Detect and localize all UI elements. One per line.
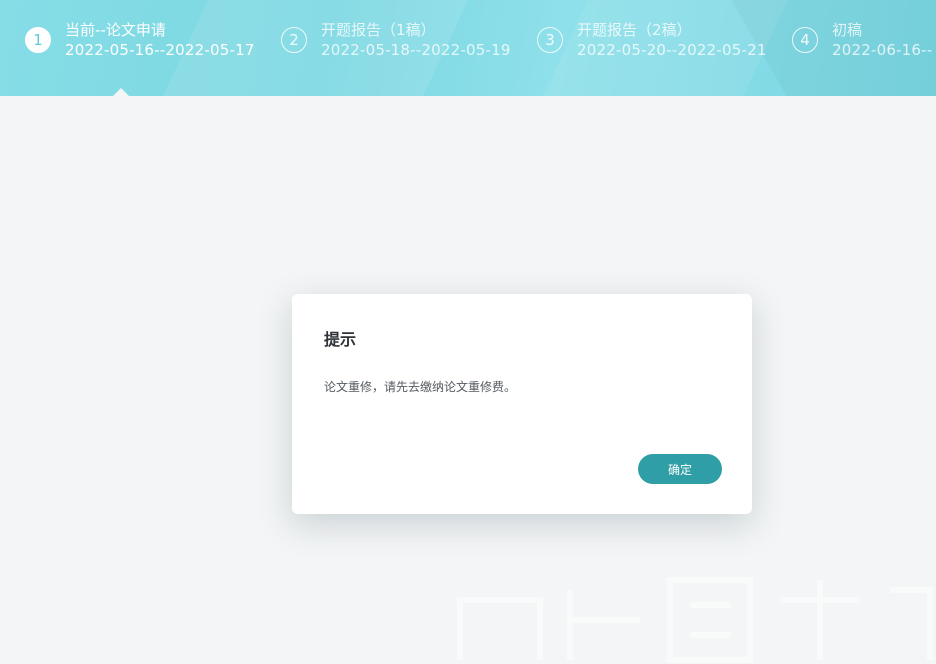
active-step-pointer bbox=[113, 88, 129, 96]
step-2[interactable]: 2 开题报告（1稿） 2022-05-18--2022-05-19 bbox=[281, 18, 511, 62]
step-3[interactable]: 3 开题报告（2稿） 2022-05-20--2022-05-21 bbox=[537, 18, 767, 62]
step-4[interactable]: 4 初稿 2022-06-16-- bbox=[792, 18, 932, 62]
step-number-icon: 2 bbox=[281, 27, 307, 53]
dialog-message: 论文重修，请先去缴纳论文重修费。 bbox=[324, 380, 517, 394]
step-number-icon: 4 bbox=[792, 27, 818, 53]
step-number-icon: 3 bbox=[537, 27, 563, 53]
step-title: 开题报告（2稿） bbox=[577, 21, 692, 39]
step-number-icon: 1 bbox=[25, 27, 51, 53]
background-watermark bbox=[457, 577, 933, 663]
step-1[interactable]: 1 当前--论文申请 2022-05-16--2022-05-17 bbox=[25, 18, 255, 62]
confirm-button[interactable]: 确定 bbox=[638, 454, 722, 484]
step-dates: 2022-05-20--2022-05-21 bbox=[577, 41, 767, 59]
progress-step-bar: 1 当前--论文申请 2022-05-16--2022-05-17 2 开题报告… bbox=[0, 0, 936, 96]
step-title: 开题报告（1稿） bbox=[321, 21, 436, 39]
alert-dialog: 提示 论文重修，请先去缴纳论文重修费。 确定 bbox=[292, 294, 752, 514]
step-dates: 2022-05-18--2022-05-19 bbox=[321, 41, 511, 59]
step-title: 初稿 bbox=[832, 21, 863, 39]
step-dates: 2022-05-16--2022-05-17 bbox=[65, 41, 255, 59]
step-dates: 2022-06-16-- bbox=[832, 41, 933, 59]
dialog-title: 提示 bbox=[324, 330, 357, 349]
step-title: 当前--论文申请 bbox=[65, 21, 166, 39]
